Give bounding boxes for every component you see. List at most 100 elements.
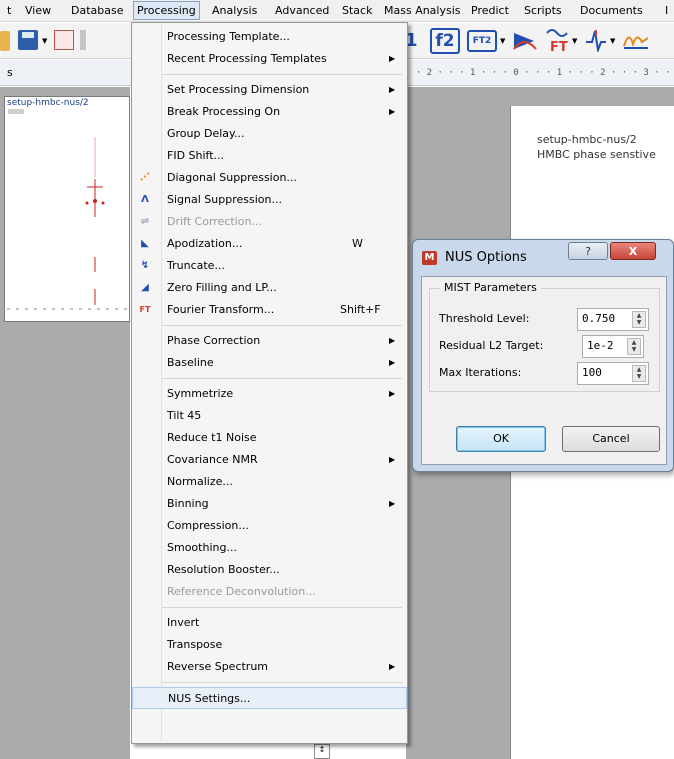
- menubar-item-stack[interactable]: Stack: [342, 4, 372, 18]
- menu-item-label: Normalize...: [167, 475, 233, 488]
- menubar-item-documents[interactable]: Documents: [580, 4, 643, 18]
- menu-item-label: Baseline: [167, 356, 214, 369]
- menu-item-phase-correction[interactable]: Phase Correction ▶: [132, 330, 407, 352]
- menu-item-set-processing-dimension[interactable]: Set Processing Dimension ▶: [132, 79, 407, 101]
- menu-item-smoothing[interactable]: Smoothing...: [132, 537, 407, 559]
- apodization-toolbar-icon[interactable]: [512, 29, 538, 53]
- menu-item-reduce-t1-noise[interactable]: Reduce t1 Noise: [132, 427, 407, 449]
- drift-correction-icon: ⇌: [140, 216, 150, 227]
- menubar-item-mass-analysis[interactable]: Mass Analysis: [384, 4, 461, 18]
- threshold-stepper-icon[interactable]: ▲ ▼: [632, 311, 646, 328]
- fourier-transform-toolbar-icon[interactable]: FT: [544, 27, 570, 53]
- menu-separator: [162, 325, 402, 326]
- ft2-dropdown-icon[interactable]: ▼: [500, 37, 505, 45]
- thumbnail-title: setup-hmbc-nus/2: [7, 98, 89, 108]
- baseline-toolbar-icon[interactable]: [622, 28, 650, 52]
- menu-item-normalize[interactable]: Normalize...: [132, 471, 407, 493]
- ft2-icon[interactable]: FT2: [467, 30, 497, 52]
- truncate-icon: ↯: [140, 260, 150, 271]
- menu-item-label: Truncate...: [167, 259, 225, 272]
- iterations-label: Max Iterations:: [439, 366, 522, 379]
- submenu-arrow-icon: ▶: [389, 107, 396, 116]
- menu-item-resolution-booster[interactable]: Resolution Booster...: [132, 559, 407, 581]
- menubar-item-scripts[interactable]: Scripts: [524, 4, 562, 18]
- menu-item-label: Apodization...: [167, 237, 243, 250]
- menu-item-apodization[interactable]: ◣ Apodization... W: [132, 233, 407, 255]
- residual-stepper-icon[interactable]: ▲ ▼: [627, 338, 641, 355]
- iterations-stepper-icon[interactable]: ▲ ▼: [632, 365, 646, 382]
- menu-item-label: Compression...: [167, 519, 249, 532]
- toolbar-icon-cut[interactable]: [80, 30, 86, 50]
- menubar-item-database[interactable]: Database: [71, 4, 124, 18]
- menu-item-drift-correction: ⇌ Drift Correction...: [132, 211, 407, 233]
- menu-item-zero-filling-and-lp[interactable]: ◢ Zero Filling and LP...: [132, 277, 407, 299]
- f1-icon[interactable]: 1: [405, 29, 427, 53]
- menubar-item-view[interactable]: View: [25, 4, 51, 18]
- page-thumbnail[interactable]: setup-hmbc-nus/2: [4, 96, 130, 322]
- menu-item-transpose[interactable]: Transpose: [132, 634, 407, 656]
- menu-item-fid-shift[interactable]: FID Shift...: [132, 145, 407, 167]
- menu-item-nus-settings[interactable]: NUS Settings...: [132, 687, 407, 709]
- menu-item-reverse-spectrum[interactable]: Reverse Spectrum ▶: [132, 656, 407, 678]
- menu-item-label: Covariance NMR: [167, 453, 258, 466]
- ok-button[interactable]: OK: [456, 426, 546, 452]
- menu-item-baseline[interactable]: Baseline ▶: [132, 352, 407, 374]
- menubar-item-processing[interactable]: Processing: [133, 1, 200, 20]
- thumbnail-parameters-block: [8, 109, 24, 114]
- cancel-button[interactable]: Cancel: [562, 426, 660, 452]
- menu-item-diagonal-suppression[interactable]: ⋰ Diagonal Suppression...: [132, 167, 407, 189]
- menu-item-signal-suppression[interactable]: Λ Signal Suppression...: [132, 189, 407, 211]
- group-title: MIST Parameters: [440, 281, 541, 294]
- submenu-arrow-icon: ▶: [389, 389, 396, 398]
- menu-item-covariance-nmr[interactable]: Covariance NMR ▶: [132, 449, 407, 471]
- menu-bar: t View Database Processing Analysis Adva…: [0, 0, 674, 22]
- submenu-arrow-icon: ▶: [389, 336, 396, 345]
- menu-item-label: Binning: [167, 497, 209, 510]
- residual-label: Residual L2 Target:: [439, 339, 544, 352]
- print-preview-icon[interactable]: [54, 30, 74, 50]
- phase-correction-toolbar-icon[interactable]: [584, 28, 608, 52]
- fourier-transform-icon: FT: [139, 305, 151, 314]
- save-icon[interactable]: [18, 30, 38, 50]
- menu-separator: [162, 682, 402, 683]
- menubar-item-advanced[interactable]: Advanced: [275, 4, 329, 18]
- menu-item-fourier-transform[interactable]: FT Fourier Transform... Shift+F: [132, 299, 407, 321]
- ft-dropdown-icon[interactable]: ▼: [572, 37, 577, 45]
- open-folder-icon[interactable]: [0, 31, 10, 51]
- help-button[interactable]: ?: [568, 242, 608, 260]
- menu-separator: [162, 74, 402, 75]
- menubar-item-predict[interactable]: Predict: [471, 4, 509, 18]
- menu-item-tilt-45[interactable]: Tilt 45: [132, 405, 407, 427]
- threshold-spinbox[interactable]: 0.750 ▲ ▼: [577, 308, 649, 331]
- residual-value: 1e-2: [587, 339, 614, 352]
- close-button[interactable]: X: [610, 242, 656, 260]
- submenu-arrow-icon: ▶: [389, 54, 396, 63]
- menu-item-symmetrize[interactable]: Symmetrize ▶: [132, 383, 407, 405]
- menubar-item-overflow[interactable]: I: [665, 4, 668, 18]
- menu-item-break-processing-on[interactable]: Break Processing On ▶: [132, 101, 407, 123]
- menu-item-compression[interactable]: Compression...: [132, 515, 407, 537]
- menu-item-invert[interactable]: Invert: [132, 612, 407, 634]
- iterations-value: 100: [582, 366, 602, 379]
- menubar-item-t[interactable]: t: [7, 4, 11, 18]
- scroll-nav-icon[interactable]: ↕: [314, 744, 330, 759]
- iterations-spinbox[interactable]: 100 ▲ ▼: [577, 362, 649, 385]
- submenu-arrow-icon: ▶: [389, 358, 396, 367]
- menu-item-group-delay[interactable]: Group Delay...: [132, 123, 407, 145]
- menu-item-recent-processing-templates[interactable]: Recent Processing Templates ▶: [132, 48, 407, 70]
- menu-separator: [162, 607, 402, 608]
- menu-item-label: Drift Correction...: [167, 215, 262, 228]
- horizontal-ruler: · · 2 · · · 1 · · · 0 · · · 1 · · · 2 · …: [405, 68, 674, 78]
- phase-dropdown-icon[interactable]: ▼: [610, 37, 615, 45]
- f2-icon[interactable]: f2: [430, 28, 460, 54]
- residual-spinbox[interactable]: 1e-2 ▲ ▼: [582, 335, 644, 358]
- save-dropdown-icon[interactable]: ▼: [42, 37, 47, 45]
- menu-item-label: Symmetrize: [167, 387, 234, 400]
- menubar-item-analysis[interactable]: Analysis: [212, 4, 257, 18]
- menu-item-label: Invert: [167, 616, 200, 629]
- menu-item-binning[interactable]: Binning ▶: [132, 493, 407, 515]
- menu-item-processing-template[interactable]: Processing Template...: [132, 26, 407, 48]
- menu-item-truncate[interactable]: ↯ Truncate...: [132, 255, 407, 277]
- menu-item-shortcut: W: [352, 237, 363, 250]
- menu-item-label: Fourier Transform...: [167, 303, 275, 316]
